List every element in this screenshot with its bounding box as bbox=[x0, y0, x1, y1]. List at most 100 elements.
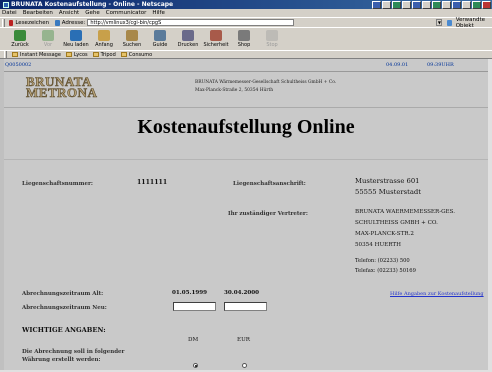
nav-button-stop[interactable]: Stop bbox=[258, 28, 286, 50]
nav-button-label: Sicherheit bbox=[203, 42, 229, 48]
currency-radio-dm[interactable] bbox=[193, 363, 198, 368]
personal-item-consumo[interactable]: Consumo bbox=[120, 52, 152, 58]
period-new-to-input[interactable] bbox=[224, 302, 267, 311]
menu-item-datei[interactable]: Datei bbox=[2, 10, 17, 16]
nav-button-label: Zurück bbox=[11, 42, 29, 48]
shop-icon bbox=[238, 30, 250, 41]
window-title: BRUNATA Kostenaufstellung - Online - Net… bbox=[11, 1, 174, 8]
brunata-metrona-logo: BRUNATA METRONA bbox=[26, 74, 98, 100]
nav-button-sicherheit[interactable]: Sicherheit bbox=[202, 28, 230, 50]
important-heading: WICHTIGE ANGABEN: bbox=[22, 326, 106, 334]
tray-app-icon[interactable] bbox=[472, 0, 481, 9]
address-input[interactable]: http://vmlinux3/cgi-bin/cpgS bbox=[87, 19, 295, 26]
personal-item-tripod[interactable]: Tripod bbox=[92, 51, 116, 58]
personal-item-label: Instant Message bbox=[20, 51, 61, 58]
phone: Telefon: (02233) 500 bbox=[355, 258, 410, 264]
bookmarks-button[interactable]: Lesezeichen bbox=[15, 20, 49, 26]
personal-item-label: Lycos bbox=[73, 51, 88, 58]
company-info: BRUNATA Wärmemesser-Gesellschaft Schulth… bbox=[195, 79, 336, 94]
personal-item-label: Tripod bbox=[100, 51, 116, 58]
menu-item-gehe[interactable]: Gehe bbox=[85, 10, 100, 16]
currency-column-eur: EUR bbox=[237, 337, 251, 343]
document-id: Q0050002 bbox=[5, 62, 32, 68]
folder-icon bbox=[65, 52, 72, 57]
lock-icon bbox=[210, 30, 222, 41]
page-content: Q0050002 04.09.01 09:39UHR BRUNATA METRO… bbox=[4, 59, 492, 370]
stop-icon bbox=[266, 30, 278, 41]
contact-info: Telefon: (02233) 500 Telefax: (02233) 50… bbox=[355, 256, 416, 276]
nav-button-label: Suchen bbox=[122, 42, 142, 48]
nav-button-suchen[interactable]: Suchen bbox=[118, 28, 146, 50]
period-old-label: Abrechnungszeitraum Alt: bbox=[22, 291, 104, 297]
tray-app-icon[interactable] bbox=[412, 0, 421, 9]
tray-app-icon[interactable] bbox=[382, 0, 391, 9]
nav-button-label: Shop bbox=[237, 42, 251, 48]
period-old-from: 01.05.1999 bbox=[172, 290, 208, 296]
page-time: 09:39UHR bbox=[427, 62, 454, 68]
property-number-label: Liegenschaftsnummer: bbox=[22, 181, 93, 187]
search-icon bbox=[126, 30, 138, 41]
representative-label: Ihr zuständiger Vertreter: bbox=[228, 211, 308, 217]
nav-button-drucken[interactable]: Drucken bbox=[174, 28, 202, 50]
netscape-icon bbox=[3, 1, 9, 8]
nav-button-vor[interactable]: Vor bbox=[34, 28, 62, 50]
period-new-label: Abrechnungszeitraum Neu: bbox=[22, 305, 107, 311]
nav-button-label: Drucken bbox=[177, 42, 199, 48]
tray-app-icon[interactable] bbox=[462, 0, 471, 9]
company-header: BRUNATA METRONA BRUNATA Wärmemesser-Gese… bbox=[4, 73, 492, 107]
nav-button-zurück[interactable]: Zurück bbox=[6, 28, 34, 50]
location-toolbar: Lesezeichen Adresse: http://vmlinux3/cgi… bbox=[0, 17, 492, 29]
nav-button-label: Neu laden bbox=[63, 42, 89, 48]
page-title: Kostenaufstellung Online bbox=[137, 116, 355, 138]
company-address: Max-Planck-Straße 2, 50354 Hürth bbox=[195, 87, 274, 93]
divider bbox=[4, 107, 492, 108]
nav-button-guide[interactable]: Guide bbox=[146, 28, 174, 50]
menu-item-ansicht[interactable]: Ansicht bbox=[59, 10, 79, 16]
vertical-scrollbar[interactable] bbox=[488, 59, 492, 370]
nav-button-anfang[interactable]: Anfang bbox=[90, 28, 118, 50]
nav-button-neu-laden[interactable]: Neu laden bbox=[62, 28, 90, 50]
close-icon[interactable] bbox=[482, 0, 491, 9]
toolbar-grip[interactable] bbox=[4, 51, 7, 58]
currency-radio-eur[interactable] bbox=[242, 363, 247, 368]
location-icon bbox=[55, 19, 60, 26]
forward-arrow-icon bbox=[42, 30, 54, 41]
tray-app-icon[interactable] bbox=[392, 0, 401, 9]
nav-button-label: Stop bbox=[266, 42, 278, 48]
personal-toolbar: Instant Message Lycos Tripod Consumo bbox=[0, 50, 492, 59]
navigation-toolbar: Zurück Vor Neu laden Anfang Suchen Guide Druck… bbox=[0, 27, 492, 50]
folder-icon bbox=[120, 52, 127, 57]
tray-app-icon[interactable] bbox=[402, 0, 411, 9]
menu-item-communicator[interactable]: Communicator bbox=[106, 10, 147, 16]
bookmark-icon[interactable] bbox=[8, 19, 14, 26]
guide-icon bbox=[154, 30, 166, 41]
divider bbox=[4, 159, 492, 160]
tray-app-icon[interactable] bbox=[452, 0, 461, 9]
menu-item-hilfe[interactable]: Hilfe bbox=[152, 10, 165, 16]
nav-button-label: Vor bbox=[43, 42, 53, 48]
toolbar-grip[interactable] bbox=[2, 18, 5, 27]
page-date: 04.09.01 bbox=[386, 62, 409, 68]
help-link[interactable]: Hilfe Angaben zur Kostenaufstellung bbox=[390, 291, 484, 297]
folder-icon bbox=[12, 52, 18, 57]
tray-app-icon[interactable] bbox=[372, 0, 381, 9]
company-name: BRUNATA Wärmemesser-Gesellschaft Schulth… bbox=[195, 80, 337, 85]
fax: Telefax: (02233) 50169 bbox=[355, 268, 416, 274]
currency-column-dm: DM bbox=[188, 337, 199, 343]
property-address-label: Liegenschaftsanschrift: bbox=[233, 181, 306, 187]
nav-button-label: Anfang bbox=[95, 42, 113, 48]
tray-app-icon[interactable] bbox=[442, 0, 451, 9]
period-new-from-input[interactable] bbox=[173, 302, 216, 311]
tray-app-icon[interactable] bbox=[432, 0, 441, 9]
back-arrow-icon bbox=[14, 30, 26, 41]
menu-item-bearbeiten[interactable]: Bearbeiten bbox=[23, 10, 53, 16]
property-number: 1111111 bbox=[137, 179, 168, 186]
address-dropdown-arrow[interactable]: ▼ bbox=[436, 19, 443, 26]
tray-app-icon[interactable] bbox=[422, 0, 431, 9]
representative-address: BRUNATA WAERMEMESSER-GES. SCHULTHEISS GM… bbox=[355, 209, 456, 248]
personal-item-lycos[interactable]: Lycos bbox=[65, 51, 88, 58]
page-status-line: Q0050002 04.09.01 09:39UHR bbox=[4, 59, 492, 72]
nav-button-shop[interactable]: Shop bbox=[230, 28, 258, 50]
currency-question: Die Abrechnung soll in folgender Währung… bbox=[22, 349, 125, 363]
personal-item-instant-message[interactable]: Instant Message bbox=[12, 52, 61, 58]
